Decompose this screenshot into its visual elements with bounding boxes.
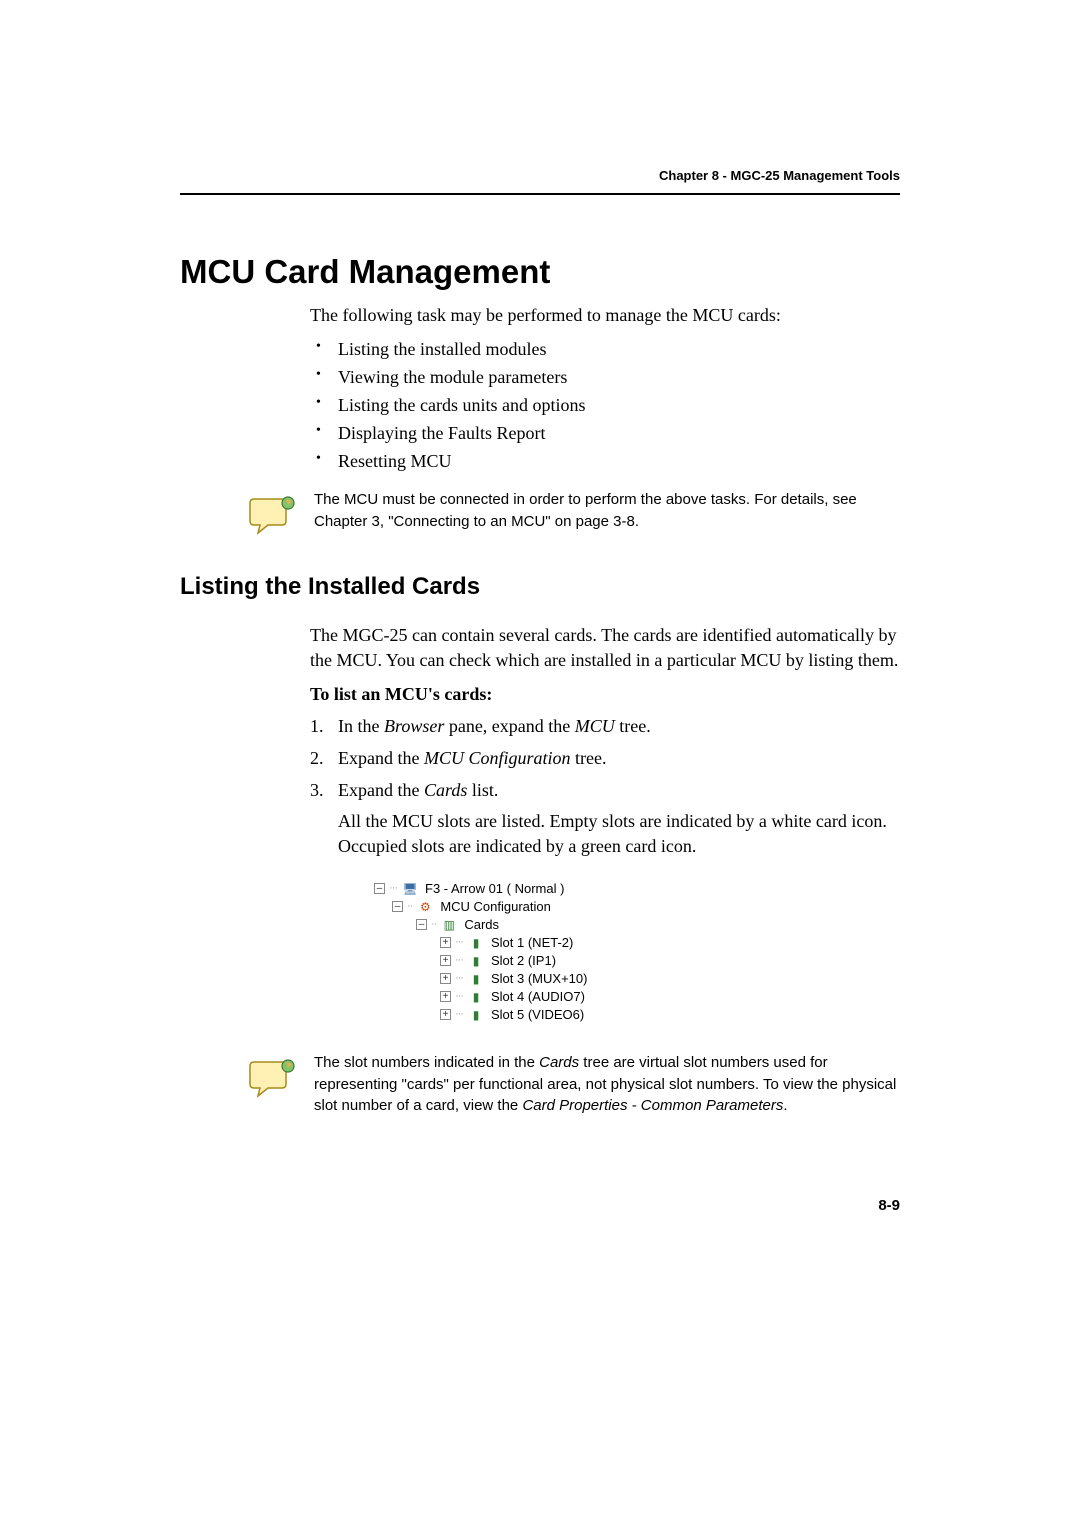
tree-row-slot: + ··· ▮ Slot 1 (NET-2) — [374, 934, 618, 952]
step-text: tree. — [615, 716, 651, 736]
step-text-italic: MCU Configuration — [424, 748, 571, 768]
config-icon: ⚙ — [416, 900, 434, 914]
step-sub-paragraph: All the MCU slots are listed. Empty slot… — [338, 809, 900, 858]
step-text: Expand the — [338, 780, 424, 800]
expand-icon: + — [440, 1009, 451, 1020]
tree-row-root: – ··· 🖥 F3 - Arrow 01 ( Normal ) — [374, 880, 618, 898]
card-slot-icon: ▮ — [467, 936, 485, 950]
tree-screenshot: – ··· 🖥 F3 - Arrow 01 ( Normal ) – ·· ⚙ … — [366, 874, 626, 1034]
section-body: The following task may be performed to m… — [310, 305, 900, 475]
tree-label: Slot 1 (NET-2) — [489, 936, 573, 950]
expand-icon: + — [440, 937, 451, 948]
card-slot-icon: ▮ — [467, 972, 485, 986]
tree-connector: ··· — [455, 1009, 463, 1021]
tree-row-config: – ·· ⚙ MCU Configuration — [374, 898, 618, 916]
page-number: 8-9 — [180, 1197, 900, 1214]
tree-connector: ··· — [455, 955, 463, 967]
note-text: The slot numbers indicated in the Cards … — [314, 1052, 900, 1117]
step-text: pane, expand the — [444, 716, 574, 736]
tree-row-cards: – ·· ▥ Cards — [374, 916, 618, 934]
tree-label: F3 - Arrow 01 ( Normal ) — [423, 882, 564, 896]
procedure-steps: In the Browser pane, expand the MCU tree… — [310, 713, 900, 1034]
tree-connector: ··· — [455, 973, 463, 985]
list-item: Listing the installed modules — [310, 336, 900, 364]
list-item: Displaying the Faults Report — [310, 420, 900, 448]
list-item: Resetting MCU — [310, 448, 900, 476]
step-item: Expand the Cards list. All the MCU slots… — [310, 777, 900, 1034]
tree-connector: ··· — [389, 883, 397, 895]
card-slot-icon: ▮ — [467, 990, 485, 1004]
note-icon — [248, 491, 296, 539]
note-block: The MCU must be connected in order to pe… — [248, 489, 900, 539]
tree-label: Slot 4 (AUDIO7) — [489, 990, 585, 1004]
intro-paragraph: The following task may be performed to m… — [310, 305, 900, 326]
tree-row-slot: + ··· ▮ Slot 2 (IP1) — [374, 952, 618, 970]
collapse-icon: – — [392, 901, 403, 912]
tree-label: Slot 2 (IP1) — [489, 954, 556, 968]
card-slot-icon: ▮ — [467, 954, 485, 968]
note-text-italic: Card Properties - Common Parameters — [522, 1097, 783, 1114]
note-text-span: The slot numbers indicated in the — [314, 1054, 539, 1071]
section-paragraph: The MGC-25 can contain several cards. Th… — [310, 623, 900, 672]
note-icon — [248, 1054, 296, 1102]
tree-connector: ·· — [431, 919, 436, 931]
tree-connector: ·· — [407, 901, 412, 913]
section-heading: Listing the Installed Cards — [180, 573, 900, 601]
section-content: The MGC-25 can contain several cards. Th… — [310, 623, 900, 1033]
tree-connector: ··· — [455, 937, 463, 949]
procedure-lead: To list an MCU's cards: — [310, 684, 900, 705]
step-text-italic: MCU — [575, 716, 615, 736]
monitor-icon: 🖥 — [401, 882, 419, 896]
tree-label: Slot 3 (MUX+10) — [489, 972, 587, 986]
note-text-span: . — [783, 1097, 787, 1114]
expand-icon: + — [440, 973, 451, 984]
tree-row-slot: + ··· ▮ Slot 4 (AUDIO7) — [374, 988, 618, 1006]
step-item: In the Browser pane, expand the MCU tree… — [310, 713, 900, 739]
step-text: list. — [467, 780, 498, 800]
collapse-icon: – — [374, 883, 385, 894]
step-item: Expand the MCU Configuration tree. — [310, 745, 900, 771]
note-text: The MCU must be connected in order to pe… — [314, 489, 900, 533]
step-text: tree. — [571, 748, 607, 768]
chapter-header: Chapter 8 - MGC-25 Management Tools — [180, 168, 900, 183]
collapse-icon: – — [416, 919, 427, 930]
tree-row-slot: + ··· ▮ Slot 3 (MUX+10) — [374, 970, 618, 988]
note-text-italic: Cards — [539, 1054, 579, 1071]
expand-icon: + — [440, 991, 451, 1002]
step-text: Expand the — [338, 748, 424, 768]
step-text-italic: Cards — [424, 780, 467, 800]
step-text-italic: Browser — [384, 716, 444, 736]
card-slot-icon: ▮ — [467, 1008, 485, 1022]
expand-icon: + — [440, 955, 451, 966]
list-item: Viewing the module parameters — [310, 364, 900, 392]
page: Chapter 8 - MGC-25 Management Tools MCU … — [0, 0, 1080, 1294]
tree-label: MCU Configuration — [438, 900, 551, 914]
list-item: Listing the cards units and options — [310, 392, 900, 420]
header-rule — [180, 193, 900, 195]
note-block: The slot numbers indicated in the Cards … — [248, 1052, 900, 1117]
task-list: Listing the installed modules Viewing th… — [310, 336, 900, 475]
tree-label: Slot 5 (VIDEO6) — [489, 1008, 584, 1022]
step-text: In the — [338, 716, 384, 736]
tree-row-slot: + ··· ▮ Slot 5 (VIDEO6) — [374, 1006, 618, 1024]
tree-connector: ··· — [455, 991, 463, 1003]
page-title: MCU Card Management — [180, 253, 900, 291]
tree-label: Cards — [462, 918, 499, 932]
cards-icon: ▥ — [440, 918, 458, 932]
